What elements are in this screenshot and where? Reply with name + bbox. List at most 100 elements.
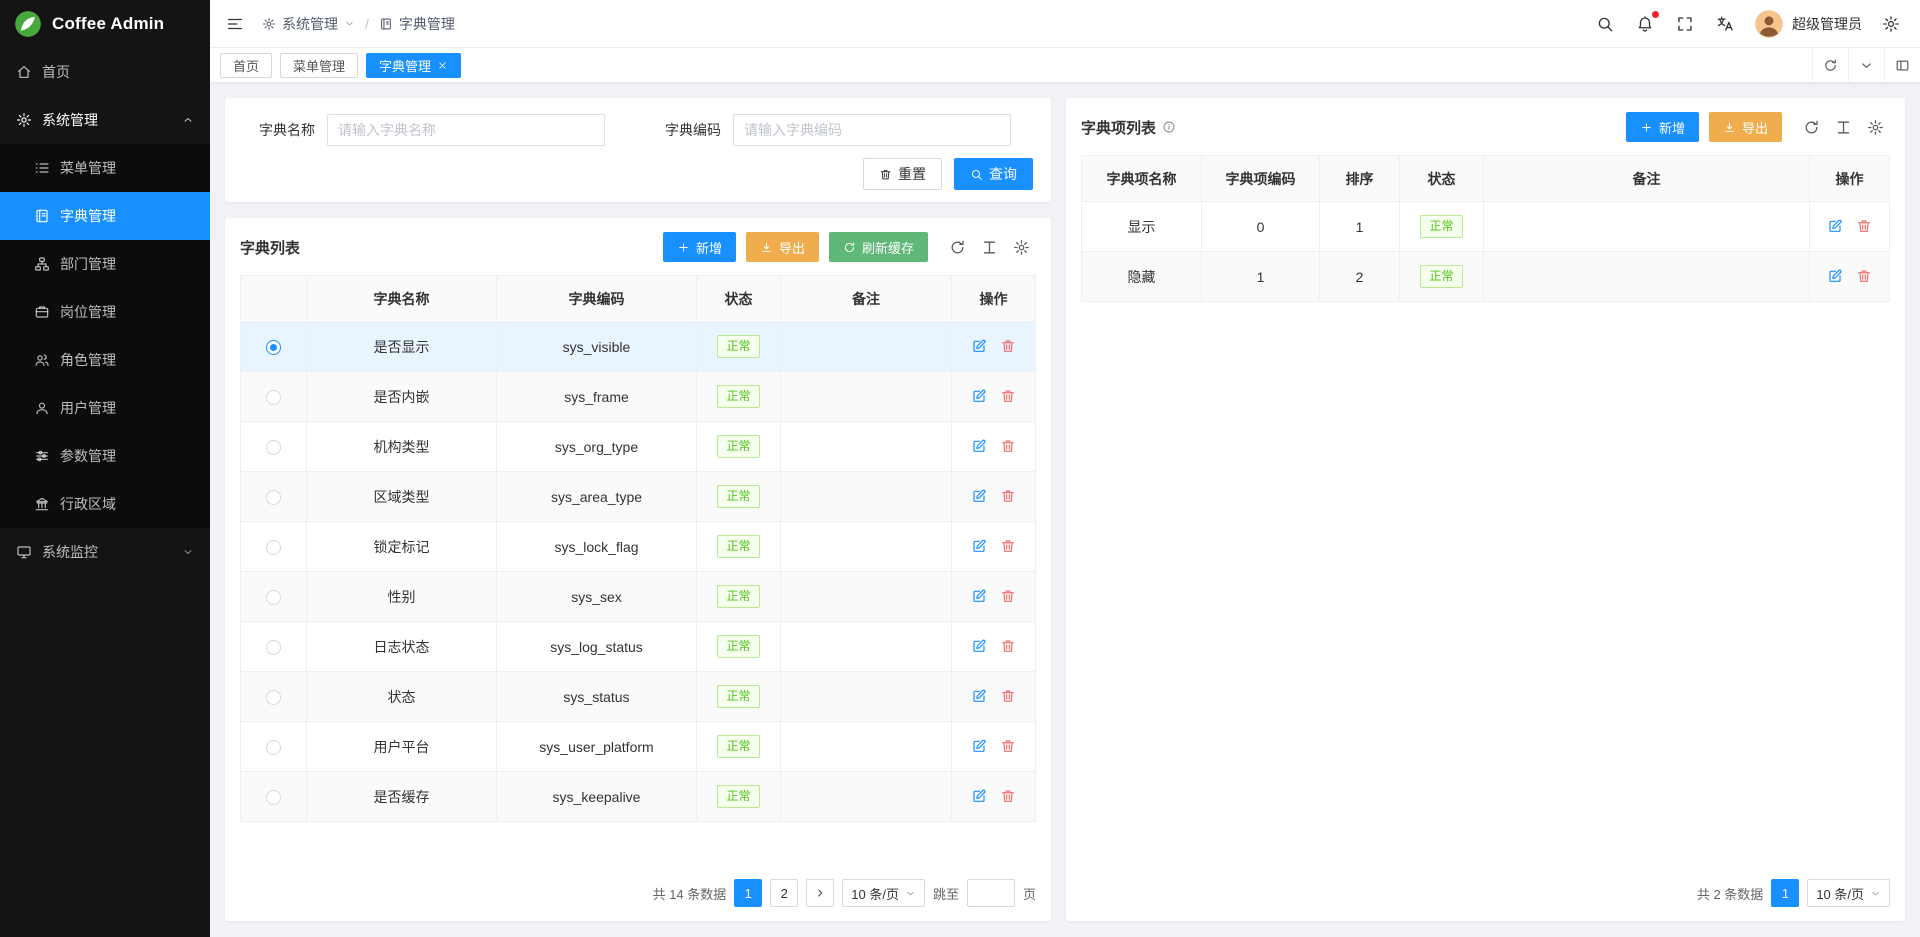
column-settings-button[interactable] <box>974 232 1004 262</box>
jump-page-input[interactable] <box>967 879 1015 907</box>
tab-menu-mgmt[interactable]: 菜单管理 <box>280 53 358 78</box>
row-radio[interactable] <box>266 390 281 405</box>
sidebar-item-menu-mgmt[interactable]: 菜单管理 <box>0 144 210 192</box>
tab-dict-mgmt[interactable]: 字典管理 <box>366 53 461 78</box>
search-button[interactable] <box>1594 13 1616 35</box>
row-radio[interactable] <box>266 690 281 705</box>
info-icon[interactable] <box>1162 120 1176 134</box>
column-settings-button[interactable] <box>1828 112 1858 142</box>
page-1-button[interactable]: 1 <box>734 879 762 907</box>
close-icon[interactable] <box>437 60 448 71</box>
edit-button[interactable] <box>966 436 992 456</box>
fullscreen-button[interactable] <box>1674 13 1696 35</box>
table-row[interactable]: 区域类型 sys_area_type 正常 <box>241 472 1036 522</box>
app-logo[interactable]: Coffee Admin <box>0 0 210 48</box>
table-row[interactable]: 日志状态 sys_log_status 正常 <box>241 622 1036 672</box>
sidebar-item-dict-mgmt[interactable]: 字典管理 <box>0 192 210 240</box>
delete-button[interactable] <box>995 586 1021 606</box>
edit-button[interactable] <box>966 736 992 756</box>
table-row[interactable]: 机构类型 sys_org_type 正常 <box>241 422 1036 472</box>
notifications-button[interactable] <box>1634 13 1656 35</box>
sidebar-item-system-monitor[interactable]: 系统监控 <box>0 528 210 576</box>
page-1-button[interactable]: 1 <box>1771 879 1799 907</box>
query-button[interactable]: 查询 <box>954 158 1033 190</box>
delete-button[interactable] <box>995 786 1021 806</box>
delete-button[interactable] <box>995 486 1021 506</box>
settings-button[interactable] <box>1880 13 1902 35</box>
edit-button[interactable] <box>966 536 992 556</box>
delete-button[interactable] <box>995 336 1021 356</box>
sidebar-item-user-mgmt[interactable]: 用户管理 <box>0 384 210 432</box>
reload-table-button[interactable] <box>1796 112 1826 142</box>
edit-button[interactable] <box>966 386 992 406</box>
edit-button[interactable] <box>966 636 992 656</box>
sidebar-item-post-mgmt[interactable]: 岗位管理 <box>0 288 210 336</box>
delete-button[interactable] <box>1851 266 1877 286</box>
row-radio[interactable] <box>266 440 281 455</box>
page-2-button[interactable]: 2 <box>770 879 798 907</box>
sidebar-item-dept-mgmt[interactable]: 部门管理 <box>0 240 210 288</box>
collapse-sidebar-button[interactable] <box>224 13 246 35</box>
next-page-button[interactable] <box>806 879 834 907</box>
table-row[interactable]: 是否内嵌 sys_frame 正常 <box>241 372 1036 422</box>
add-dict-button[interactable]: 新增 <box>663 232 736 262</box>
table-row[interactable]: 显示 0 1 正常 <box>1082 202 1890 252</box>
sidebar-item-home[interactable]: 首页 <box>0 48 210 96</box>
table-row[interactable]: 是否缓存 sys_keepalive 正常 <box>241 772 1036 822</box>
table-row[interactable]: 状态 sys_status 正常 <box>241 672 1036 722</box>
edit-button[interactable] <box>966 786 992 806</box>
dict-code-input[interactable] <box>733 114 1011 146</box>
content-fullscreen-button[interactable] <box>1884 48 1920 82</box>
row-radio[interactable] <box>266 740 281 755</box>
sidebar-item-system-mgmt[interactable]: 系统管理 <box>0 96 210 144</box>
sidebar-item-role-mgmt[interactable]: 角色管理 <box>0 336 210 384</box>
page-size-select[interactable]: 10 条/页 <box>842 879 925 907</box>
sidebar-item-region-mgmt[interactable]: 行政区域 <box>0 480 210 528</box>
status-badge: 正常 <box>717 685 759 708</box>
table-row[interactable]: 用户平台 sys_user_platform 正常 <box>241 722 1036 772</box>
table-row[interactable]: 是否显示 sys_visible 正常 <box>241 322 1036 372</box>
edit-button[interactable] <box>966 486 992 506</box>
delete-button[interactable] <box>995 686 1021 706</box>
chevron-down-icon <box>182 546 194 558</box>
edit-button[interactable] <box>1822 266 1848 286</box>
row-radio[interactable] <box>266 490 281 505</box>
delete-button[interactable] <box>995 636 1021 656</box>
edit-button[interactable] <box>966 586 992 606</box>
add-dict-item-button[interactable]: 新增 <box>1626 112 1699 142</box>
language-button[interactable] <box>1714 13 1736 35</box>
edit-icon <box>971 438 987 454</box>
tab-home[interactable]: 首页 <box>220 53 272 78</box>
delete-button[interactable] <box>995 736 1021 756</box>
edit-button[interactable] <box>1822 216 1848 236</box>
row-radio[interactable] <box>266 540 281 555</box>
table-row[interactable]: 性别 sys_sex 正常 <box>241 572 1036 622</box>
edit-button[interactable] <box>966 686 992 706</box>
export-dict-item-button[interactable]: 导出 <box>1709 112 1782 142</box>
table-row[interactable]: 隐藏 1 2 正常 <box>1082 252 1890 302</box>
refresh-tab-button[interactable] <box>1812 48 1848 82</box>
row-radio[interactable] <box>266 590 281 605</box>
tab-options-button[interactable] <box>1848 48 1884 82</box>
row-radio[interactable] <box>266 790 281 805</box>
breadcrumb-root[interactable]: 系统管理 <box>282 14 338 34</box>
delete-button[interactable] <box>995 436 1021 456</box>
sidebar-item-param-mgmt[interactable]: 参数管理 <box>0 432 210 480</box>
table-settings-button[interactable] <box>1006 232 1036 262</box>
reset-button[interactable]: 重置 <box>863 158 942 190</box>
dict-name-input[interactable] <box>327 114 605 146</box>
user-menu[interactable]: 超级管理员 <box>1754 9 1862 39</box>
refresh-cache-button[interactable]: 刷新缓存 <box>829 232 928 262</box>
table-row[interactable]: 锁定标记 sys_lock_flag 正常 <box>241 522 1036 572</box>
table-settings-button[interactable] <box>1860 112 1890 142</box>
delete-button[interactable] <box>995 536 1021 556</box>
edit-button[interactable] <box>966 336 992 356</box>
reload-table-button[interactable] <box>942 232 972 262</box>
delete-button[interactable] <box>995 386 1021 406</box>
dict-name-cell: 锁定标记 <box>307 522 497 572</box>
row-radio[interactable] <box>266 640 281 655</box>
delete-button[interactable] <box>1851 216 1877 236</box>
row-radio[interactable] <box>266 340 281 355</box>
export-dict-button[interactable]: 导出 <box>746 232 819 262</box>
page-size-select[interactable]: 10 条/页 <box>1807 879 1890 907</box>
